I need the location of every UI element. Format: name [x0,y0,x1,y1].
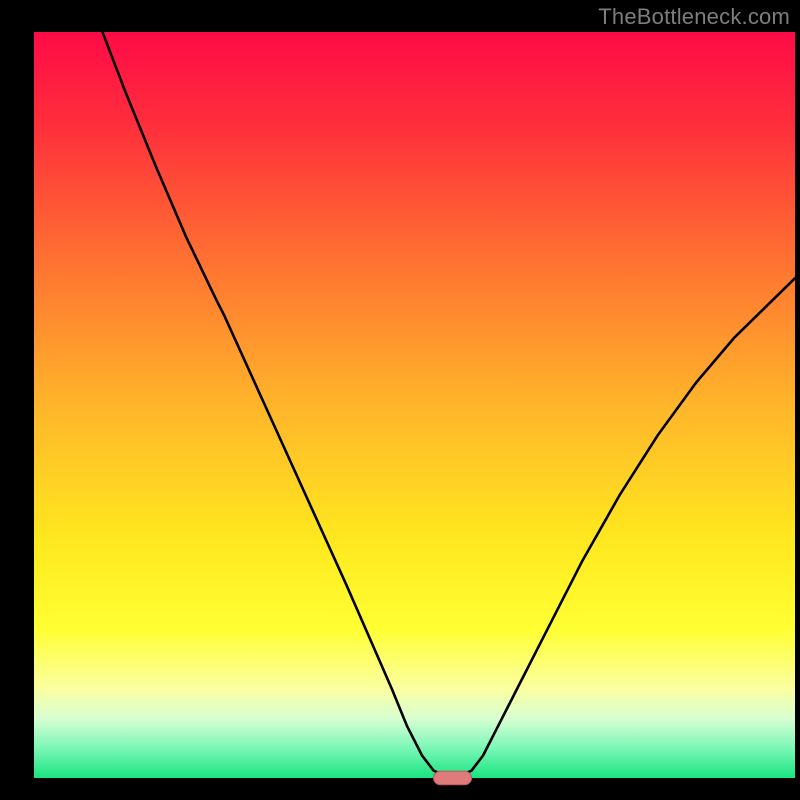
optimal-point [434,771,472,784]
watermark-text: TheBottleneck.com [598,4,790,30]
chart-frame: TheBottleneck.com [0,0,800,800]
bottleneck-chart [0,0,800,800]
